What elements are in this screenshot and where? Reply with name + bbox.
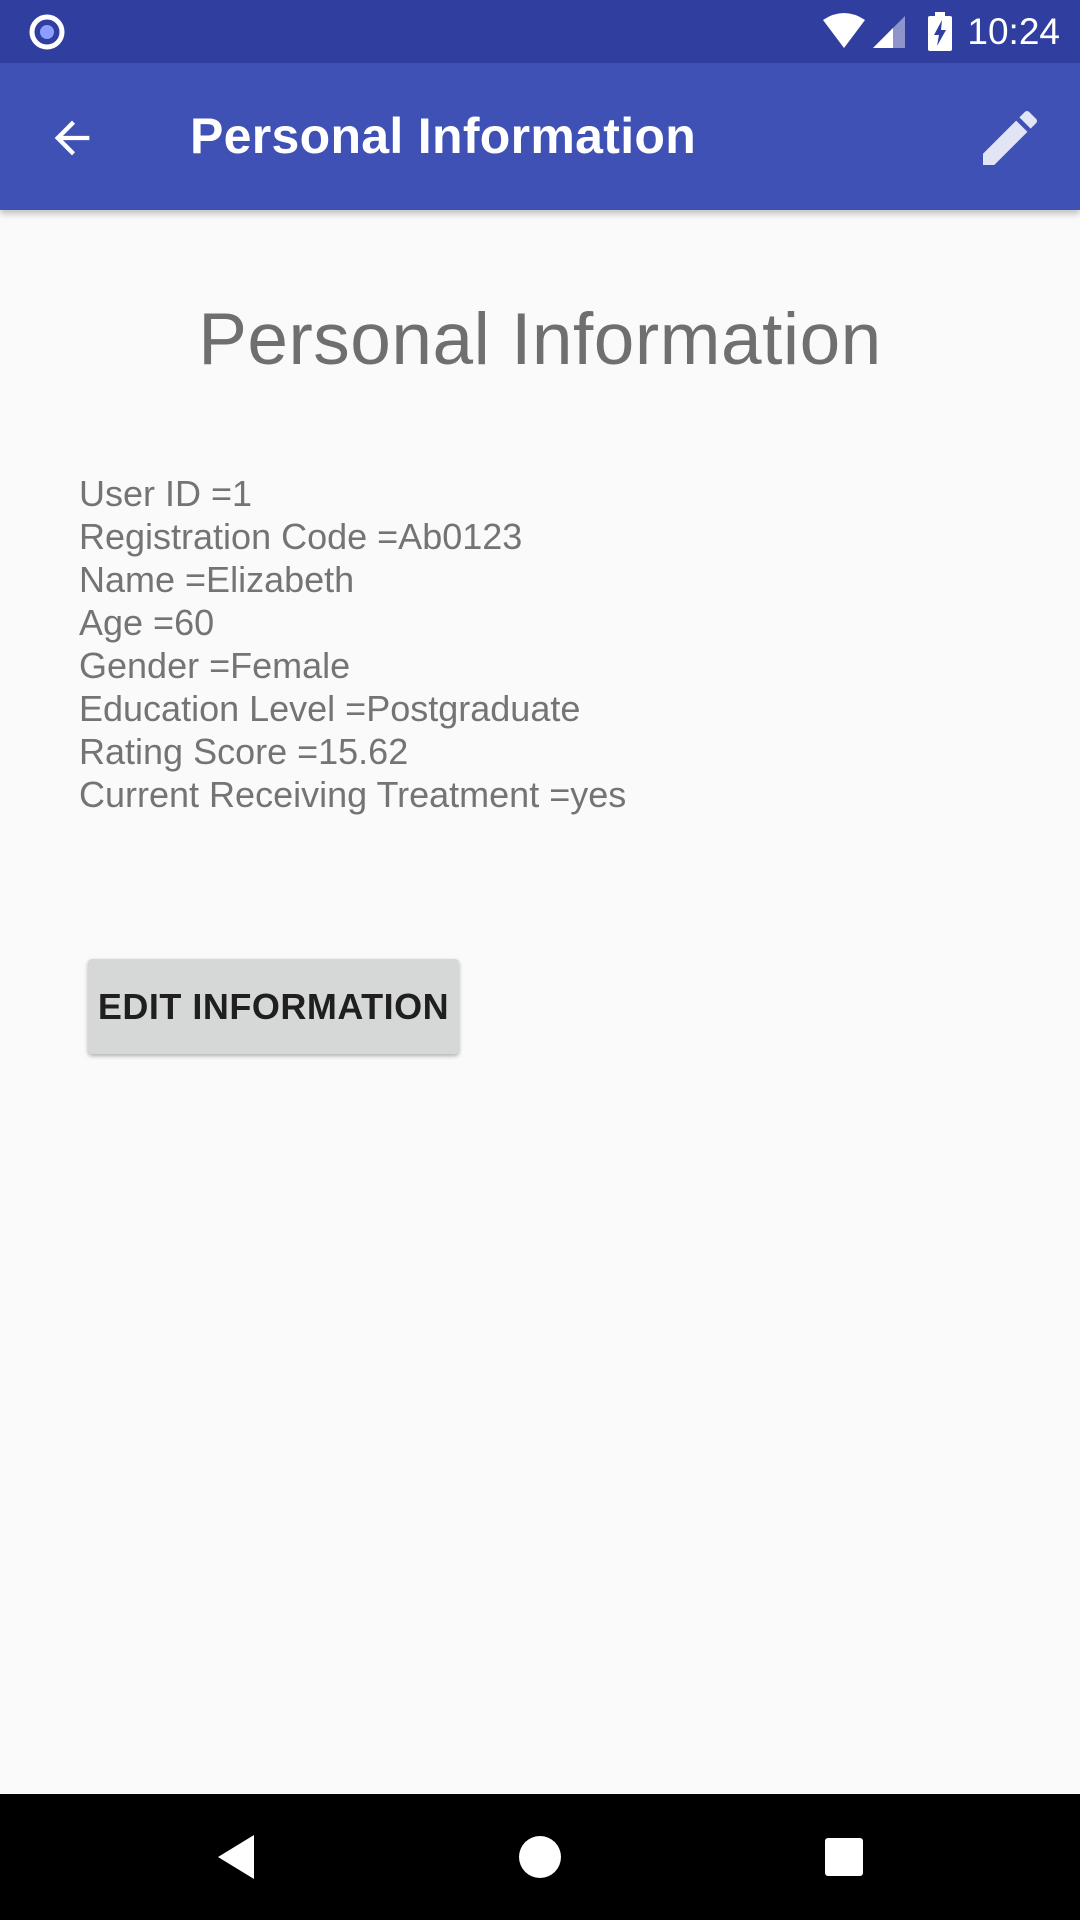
nav-home-button[interactable]	[504, 1821, 576, 1893]
back-button[interactable]	[36, 102, 108, 174]
status-time: 10:24	[967, 10, 1060, 52]
app-bar: Personal Information	[0, 63, 1080, 210]
nav-back-button[interactable]	[200, 1821, 272, 1893]
info-list: User ID =1 Registration Code =Ab0123 Nam…	[79, 472, 626, 816]
info-name: Name =Elizabeth	[79, 559, 355, 600]
info-user-id: User ID =1	[79, 473, 253, 514]
info-registration-code: Registration Code =Ab0123	[79, 516, 523, 557]
pencil-icon	[983, 110, 1038, 165]
arrow-back-icon	[54, 120, 90, 156]
square-recents-icon	[825, 1838, 863, 1876]
edit-information-button[interactable]: EDIT INFORMATION	[88, 959, 459, 1054]
notification-circle-icon	[29, 14, 65, 50]
info-rating-score: Rating Score =15.62	[79, 731, 409, 772]
info-current-treatment: Current Receiving Treatment =yes	[79, 774, 627, 815]
edit-action-button[interactable]	[970, 98, 1050, 178]
app-bar-title: Personal Information	[190, 108, 697, 164]
info-gender: Gender =Female	[79, 645, 351, 686]
wifi-icon	[823, 12, 866, 48]
nav-recents-button[interactable]	[808, 1821, 880, 1893]
triangle-back-icon	[218, 1835, 254, 1879]
info-education-level: Education Level =Postgraduate	[79, 688, 581, 729]
circle-home-icon	[519, 1836, 561, 1878]
status-icons: 10:24	[821, 0, 1060, 63]
info-age: Age =60	[79, 602, 215, 643]
navigation-bar	[0, 1794, 1080, 1920]
battery-charging-icon	[928, 11, 953, 51]
page-heading: Personal Information	[198, 299, 882, 380]
status-bar: 10:24	[0, 0, 1080, 63]
signal-icon	[873, 15, 906, 48]
